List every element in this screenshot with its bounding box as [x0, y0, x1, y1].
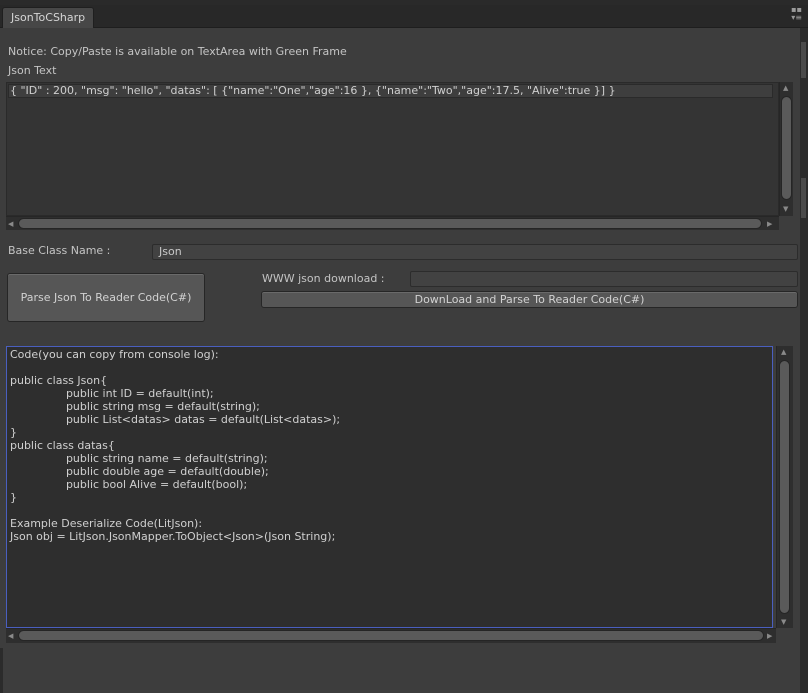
window-right-edge [800, 28, 808, 693]
code-line: public bool Alive = default(bool); [10, 478, 248, 491]
code-hscroll-thumb[interactable] [18, 630, 764, 641]
window-menu-icon[interactable]: ▪▪ ▾≡ [791, 6, 802, 22]
tab-jsontocsharp[interactable]: JsonToCSharp [2, 7, 95, 28]
json-vscroll-thumb[interactable] [781, 96, 792, 200]
code-line: Example Deserialize Code(LitJson): [10, 517, 203, 530]
code-line: public double age = default(double); [10, 465, 269, 478]
code-vscroll-thumb[interactable] [779, 360, 790, 614]
base-class-label: Base Class Name : [8, 244, 111, 257]
code-output-area[interactable]: Code(you can copy from console log): publ… [6, 346, 773, 628]
code-line: public string msg = default(string); [10, 400, 260, 413]
www-url-input[interactable] [410, 271, 798, 287]
download-parse-button[interactable]: DownLoad and Parse To Reader Code(C#) [261, 291, 798, 308]
code-line: public int ID = default(int); [10, 387, 214, 400]
code-line: Json obj = LitJson.JsonMapper.ToObject<J… [10, 530, 336, 543]
code-line: } [10, 491, 17, 504]
code-line: public List<datas> datas = default(List<… [10, 413, 341, 426]
json-horizontal-scrollbar[interactable]: ◀ ▶ [6, 216, 779, 230]
scroll-down-arrow-icon[interactable]: ▼ [783, 205, 788, 213]
scroll-right-arrow-icon[interactable]: ▶ [767, 632, 772, 640]
code-vertical-scrollbar[interactable]: ▲ ▼ [776, 346, 793, 628]
code-line: public string name = default(string); [10, 452, 268, 465]
parse-json-button[interactable]: Parse Json To Reader Code(C#) [7, 273, 205, 322]
window-left-edge [0, 648, 3, 693]
json-vertical-scrollbar[interactable]: ▲ ▼ [779, 82, 793, 216]
code-line: Code(you can copy from console log): [10, 348, 219, 361]
json-text-area[interactable]: { "ID" : 200, "msg": "hello", "datas": [… [6, 82, 779, 216]
scroll-right-arrow-icon[interactable]: ▶ [767, 220, 772, 228]
base-class-input[interactable]: Json [152, 244, 798, 260]
notice-text: Notice: Copy/Paste is available on TextA… [8, 45, 347, 58]
code-horizontal-scrollbar[interactable]: ◀ ▶ [6, 628, 776, 643]
tab-bar [0, 5, 808, 28]
scroll-left-arrow-icon[interactable]: ◀ [8, 632, 13, 640]
json-text-label: Json Text [8, 64, 57, 77]
www-download-label: WWW json download : [262, 272, 385, 285]
json-text-value[interactable]: { "ID" : 200, "msg": "hello", "datas": [… [10, 84, 616, 98]
code-line: public class datas{ [10, 439, 115, 452]
scroll-up-arrow-icon[interactable]: ▲ [783, 84, 788, 92]
scroll-left-arrow-icon[interactable]: ◀ [8, 220, 13, 228]
json-hscroll-thumb[interactable] [18, 218, 762, 229]
scroll-down-arrow-icon[interactable]: ▼ [781, 618, 786, 626]
code-line: } [10, 426, 17, 439]
scroll-up-arrow-icon[interactable]: ▲ [781, 348, 786, 356]
code-line: public class Json{ [10, 374, 108, 387]
